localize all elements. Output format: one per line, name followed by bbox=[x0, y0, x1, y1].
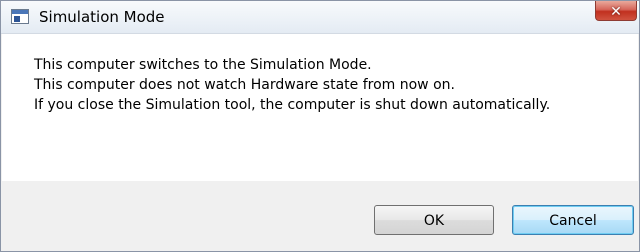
close-icon: ✕ bbox=[610, 4, 622, 20]
close-button[interactable]: ✕ bbox=[595, 1, 637, 21]
window-title: Simulation Mode bbox=[39, 8, 165, 26]
ok-button[interactable]: OK bbox=[374, 205, 494, 235]
message-text: This computer switches to the Simulation… bbox=[34, 55, 550, 115]
dialog-window: Simulation Mode ✕ This computer switches… bbox=[0, 0, 640, 252]
message-line: This computer does not watch Hardware st… bbox=[34, 77, 455, 93]
title-bar[interactable]: Simulation Mode ✕ bbox=[1, 1, 639, 34]
cancel-button[interactable]: Cancel bbox=[512, 205, 634, 235]
message-line: If you close the Simulation tool, the co… bbox=[34, 97, 551, 113]
message-line: This computer switches to the Simulation… bbox=[34, 57, 372, 73]
window-app-icon bbox=[11, 9, 29, 24]
